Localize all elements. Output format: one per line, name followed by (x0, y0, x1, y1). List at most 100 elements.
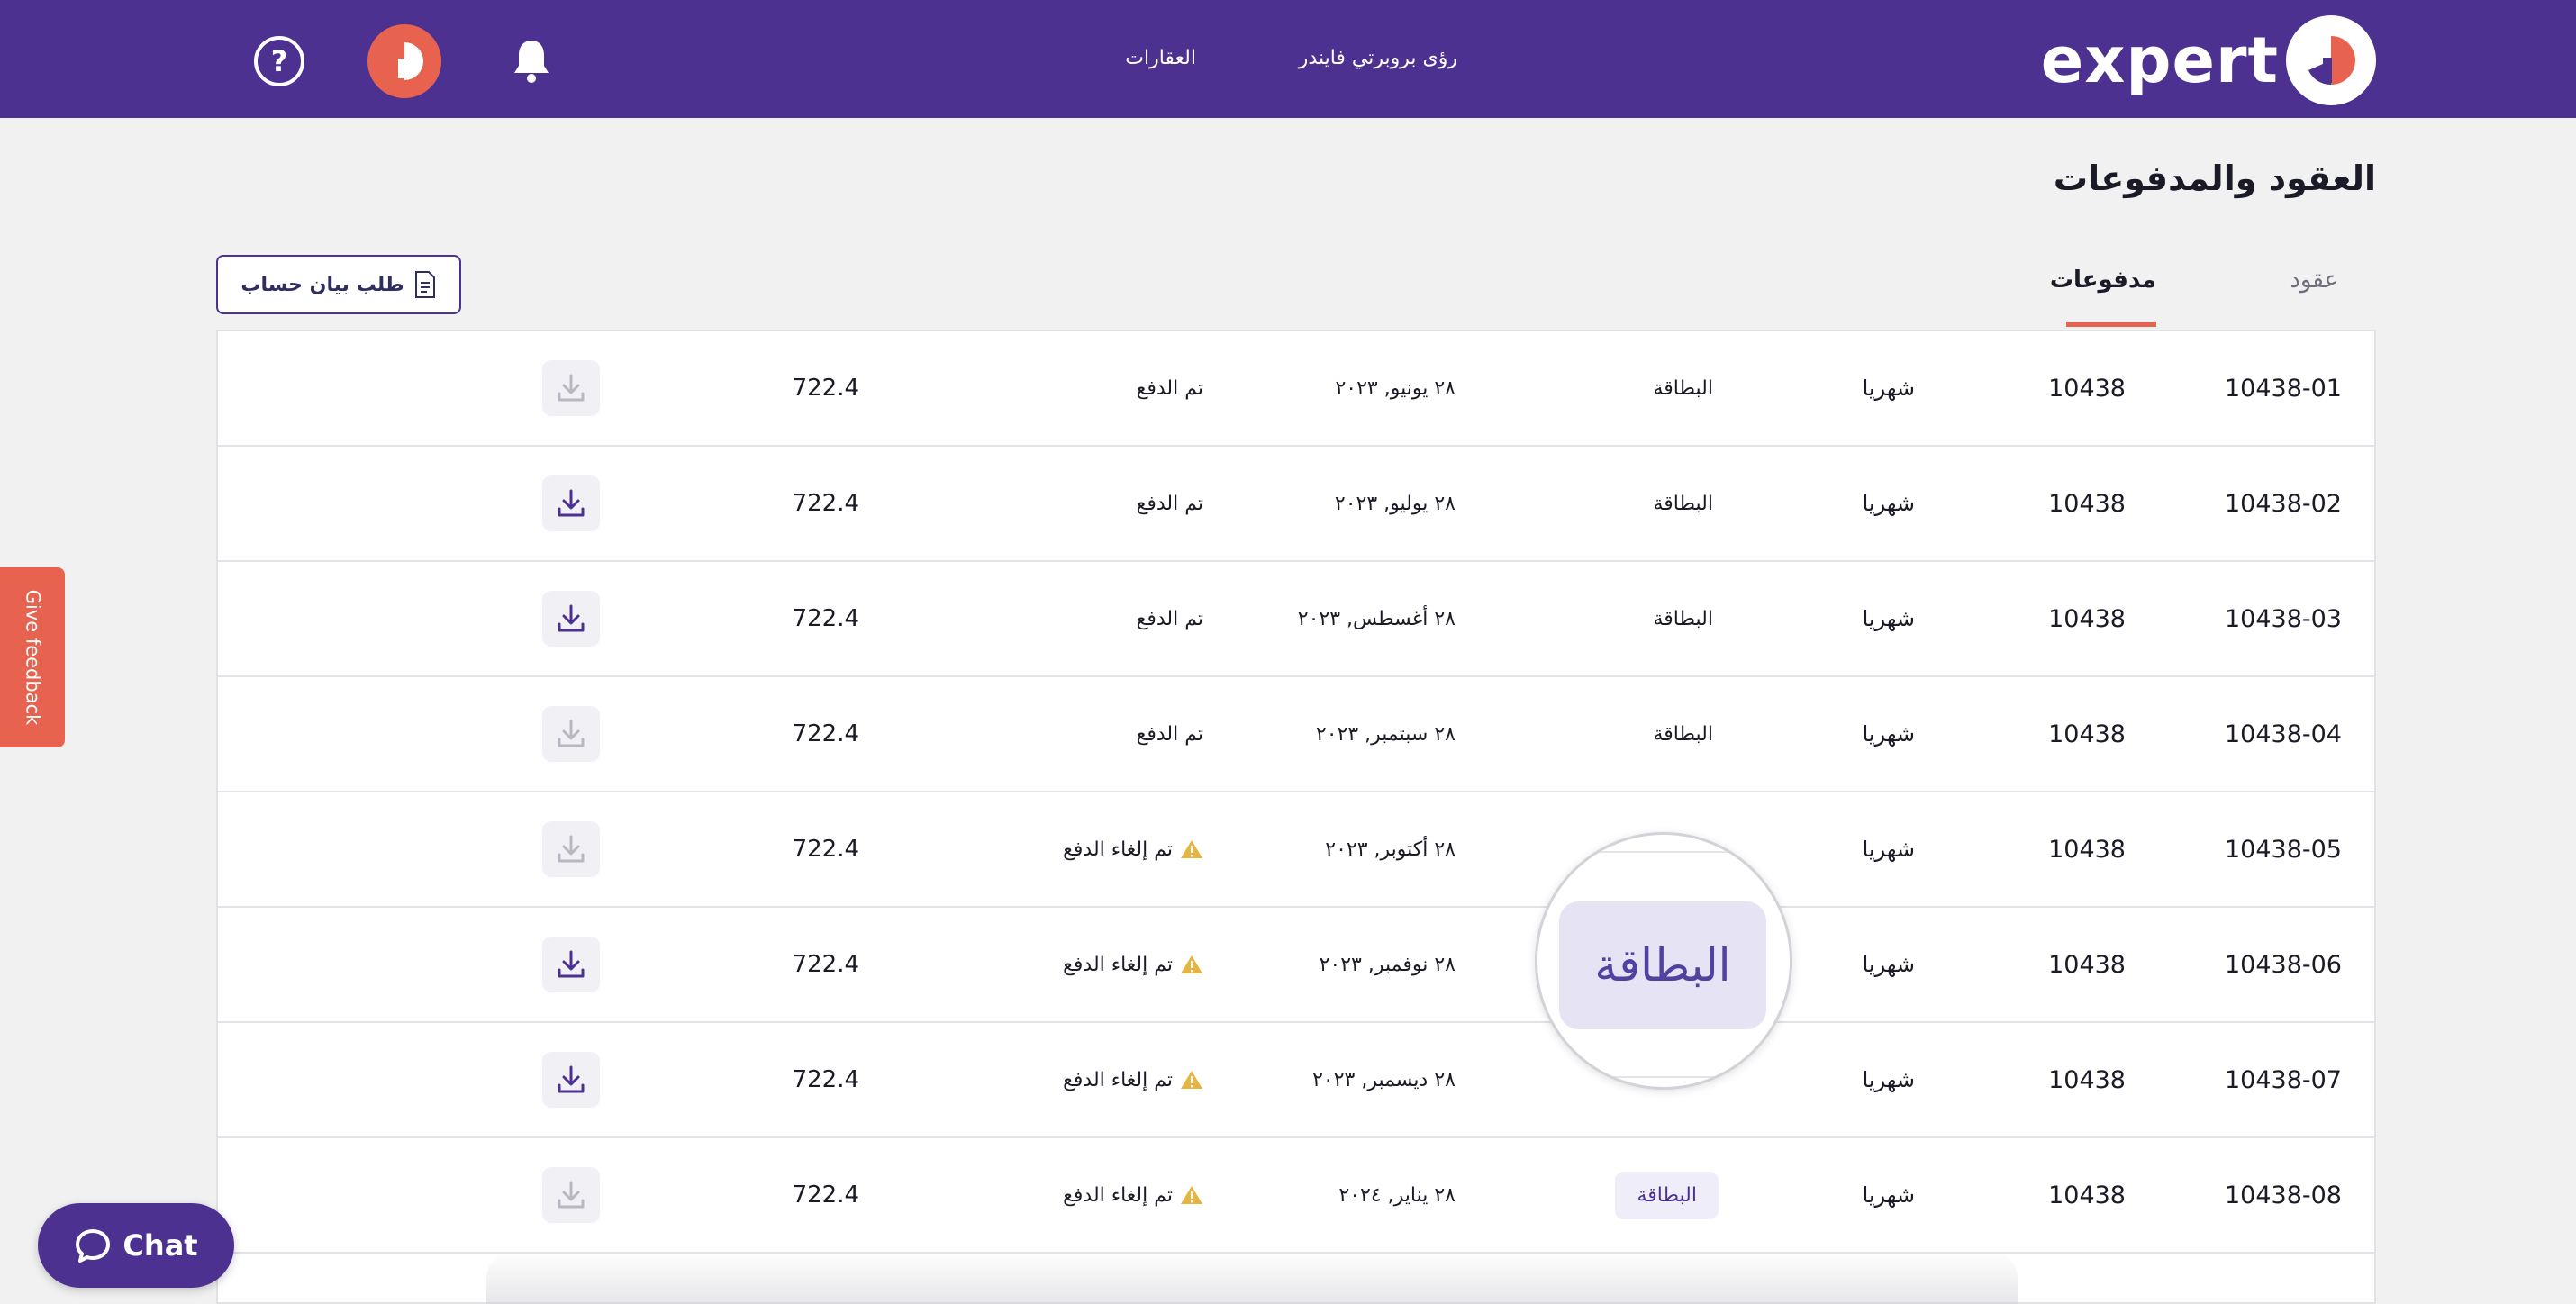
payment-frequency: شهريا (1862, 376, 1915, 401)
table-row: 10438-05 10438 شهريا ٢٨ أكتوبر, ٢٠٢٣ تم إلغا… (218, 792, 2374, 908)
payment-status: تم الدفع (1137, 677, 1203, 791)
payment-frequency: شهريا (1862, 721, 1915, 747)
payment-frequency: شهريا (1862, 606, 1915, 631)
download-icon[interactable] (542, 937, 600, 992)
lens-row-divider (1537, 851, 1790, 853)
status-label: تم الدفع (1136, 376, 1203, 400)
chat-label: Chat (122, 1228, 198, 1263)
document-icon (414, 271, 435, 298)
payment-date: ٢٨ يوليو, ٢٠٢٣ (1334, 492, 1456, 515)
payment-status: تم الدفع (1137, 562, 1203, 675)
payment-frequency: شهريا (1862, 1067, 1915, 1092)
payment-id: 10438-05 (2225, 835, 2342, 864)
download-cell (542, 792, 600, 906)
logo-wordmark: expert (2040, 23, 2279, 97)
payment-date: ٢٨ يونيو, ٢٠٢٣ (1335, 376, 1456, 400)
status-label: تم الدفع (1136, 722, 1203, 746)
contract-number: 10438 (2048, 604, 2126, 633)
contract-number: 10438 (2048, 374, 2126, 403)
download-icon[interactable] (542, 1167, 600, 1223)
give-feedback-tab[interactable]: Give feedback (0, 567, 65, 747)
payment-date: ٢٨ سبتمبر, ٢٠٢٣ (1315, 722, 1456, 746)
payment-id: 10438-02 (2225, 489, 2342, 518)
payment-method-badge[interactable]: البطاقة (1615, 1138, 1719, 1252)
tab-payments[interactable]: مدفوعات (2050, 267, 2156, 294)
download-icon[interactable] (542, 591, 600, 647)
download-cell (542, 331, 600, 445)
contract-number: 10438 (2048, 1181, 2126, 1209)
payment-id: 10438-04 (2225, 720, 2342, 748)
download-cell (542, 1023, 600, 1136)
nav-link-insights[interactable]: رؤى بروبرتي فايندر (1299, 47, 1457, 69)
payment-frequency: شهريا (1862, 491, 1915, 516)
download-cell (542, 677, 600, 791)
warning-icon (1180, 838, 1203, 860)
payment-amount: 722.4 (792, 1182, 859, 1209)
payment-amount: 722.4 (792, 605, 859, 632)
table-row: 10438-08 10438 شهريا البطاقة ٢٨ يناير, ٢٠٢٤ ت… (218, 1138, 2374, 1254)
bell-icon[interactable] (508, 34, 555, 86)
payment-date: ٢٨ يناير, ٢٠٢٤ (1338, 1183, 1456, 1207)
payment-id: 10438-06 (2225, 950, 2342, 979)
payments-table: 10438-01 10438 شهريا البطاقة ٢٨ يونيو, ٢٠٢٣ ت… (216, 330, 2376, 1304)
payment-date: ٢٨ نوفمبر, ٢٠٢٣ (1319, 953, 1456, 976)
status-label: تم إلغاء الدفع (1063, 1068, 1173, 1091)
payment-status: تم إلغاء الدفع (1063, 1023, 1203, 1136)
warning-icon (1180, 1069, 1203, 1091)
payment-date: ٢٨ أكتوبر, ٢٠٢٣ (1325, 838, 1456, 861)
avatar-logo-icon[interactable] (367, 24, 441, 98)
download-icon[interactable] (542, 1052, 600, 1108)
feedback-label: Give feedback (22, 589, 44, 726)
contract-number: 10438 (2048, 720, 2126, 748)
page-title: العقود والمدفوعات (2053, 158, 2376, 198)
tab-contracts[interactable]: عقود (2290, 267, 2338, 294)
payment-amount: 722.4 (792, 1066, 859, 1093)
table-row: 10438-07 10438 شهريا ٢٨ ديسمبر, ٢٠٢٣ تم إلغا… (218, 1023, 2374, 1138)
payment-frequency: شهريا (1862, 837, 1915, 862)
payment-id: 10438-08 (2225, 1181, 2342, 1209)
chat-button[interactable]: Chat (38, 1203, 234, 1288)
payment-amount: 722.4 (792, 720, 859, 747)
contract-number: 10438 (2048, 835, 2126, 864)
table-row: 10438-02 10438 شهريا البطاقة ٢٨ يوليو, ٢٠٢٣ ت… (218, 447, 2374, 562)
payment-date: ٢٨ أغسطس, ٢٠٢٣ (1297, 607, 1456, 630)
contract-number: 10438 (2048, 489, 2126, 518)
table-row: 10438-03 10438 شهريا البطاقة ٢٨ أغسطس, ٢٠٢٣ ت… (218, 562, 2374, 677)
warning-icon (1180, 954, 1203, 975)
request-statement-button[interactable]: طلب بيان حساب (216, 255, 461, 314)
chat-bubble-icon (76, 1229, 111, 1263)
top-navigation-bar: expert رؤى بروبرتي فايندر العقارات ? (0, 0, 2576, 118)
help-icon[interactable]: ? (254, 36, 304, 86)
payment-amount: 722.4 (792, 490, 859, 517)
nav-link-properties[interactable]: العقارات (1125, 47, 1196, 69)
payment-method: البطاقة (1653, 376, 1713, 400)
status-label: تم إلغاء الدفع (1063, 1183, 1173, 1207)
active-tab-indicator (2066, 322, 2156, 327)
status-label: تم إلغاء الدفع (1063, 953, 1173, 976)
payment-id: 10438-07 (2225, 1065, 2342, 1094)
download-icon[interactable] (542, 475, 600, 531)
contract-number: 10438 (2048, 950, 2126, 979)
payment-status: تم الدفع (1137, 447, 1203, 560)
table-row: 10438-06 10438 شهريا ٢٨ نوفمبر, ٢٠٢٣ تم إلغا… (218, 908, 2374, 1023)
download-icon[interactable] (542, 821, 600, 877)
payment-status: تم إلغاء الدفع (1063, 908, 1203, 1021)
payment-frequency: شهريا (1862, 952, 1915, 977)
lens-row-divider (1537, 1076, 1790, 1078)
payment-id: 10438-03 (2225, 604, 2342, 633)
download-icon[interactable] (542, 360, 600, 416)
payment-method: البطاقة (1653, 492, 1713, 515)
download-cell (542, 562, 600, 675)
table-row: 10438-04 10438 شهريا البطاقة ٢٨ سبتمبر, ٢٠٢٣… (218, 677, 2374, 792)
payment-frequency: شهريا (1862, 1182, 1915, 1208)
statement-button-label: طلب بيان حساب (240, 273, 404, 296)
download-icon[interactable] (542, 706, 600, 762)
payment-amount: 722.4 (792, 375, 859, 402)
payment-status: تم إلغاء الدفع (1063, 1138, 1203, 1252)
download-cell (542, 908, 600, 1021)
payment-amount: 722.4 (792, 836, 859, 863)
expert-logo[interactable]: expert (2041, 15, 2376, 105)
payment-status: تم الدفع (1137, 331, 1203, 445)
warning-icon (1180, 1184, 1203, 1206)
payment-method: البطاقة (1653, 607, 1713, 630)
